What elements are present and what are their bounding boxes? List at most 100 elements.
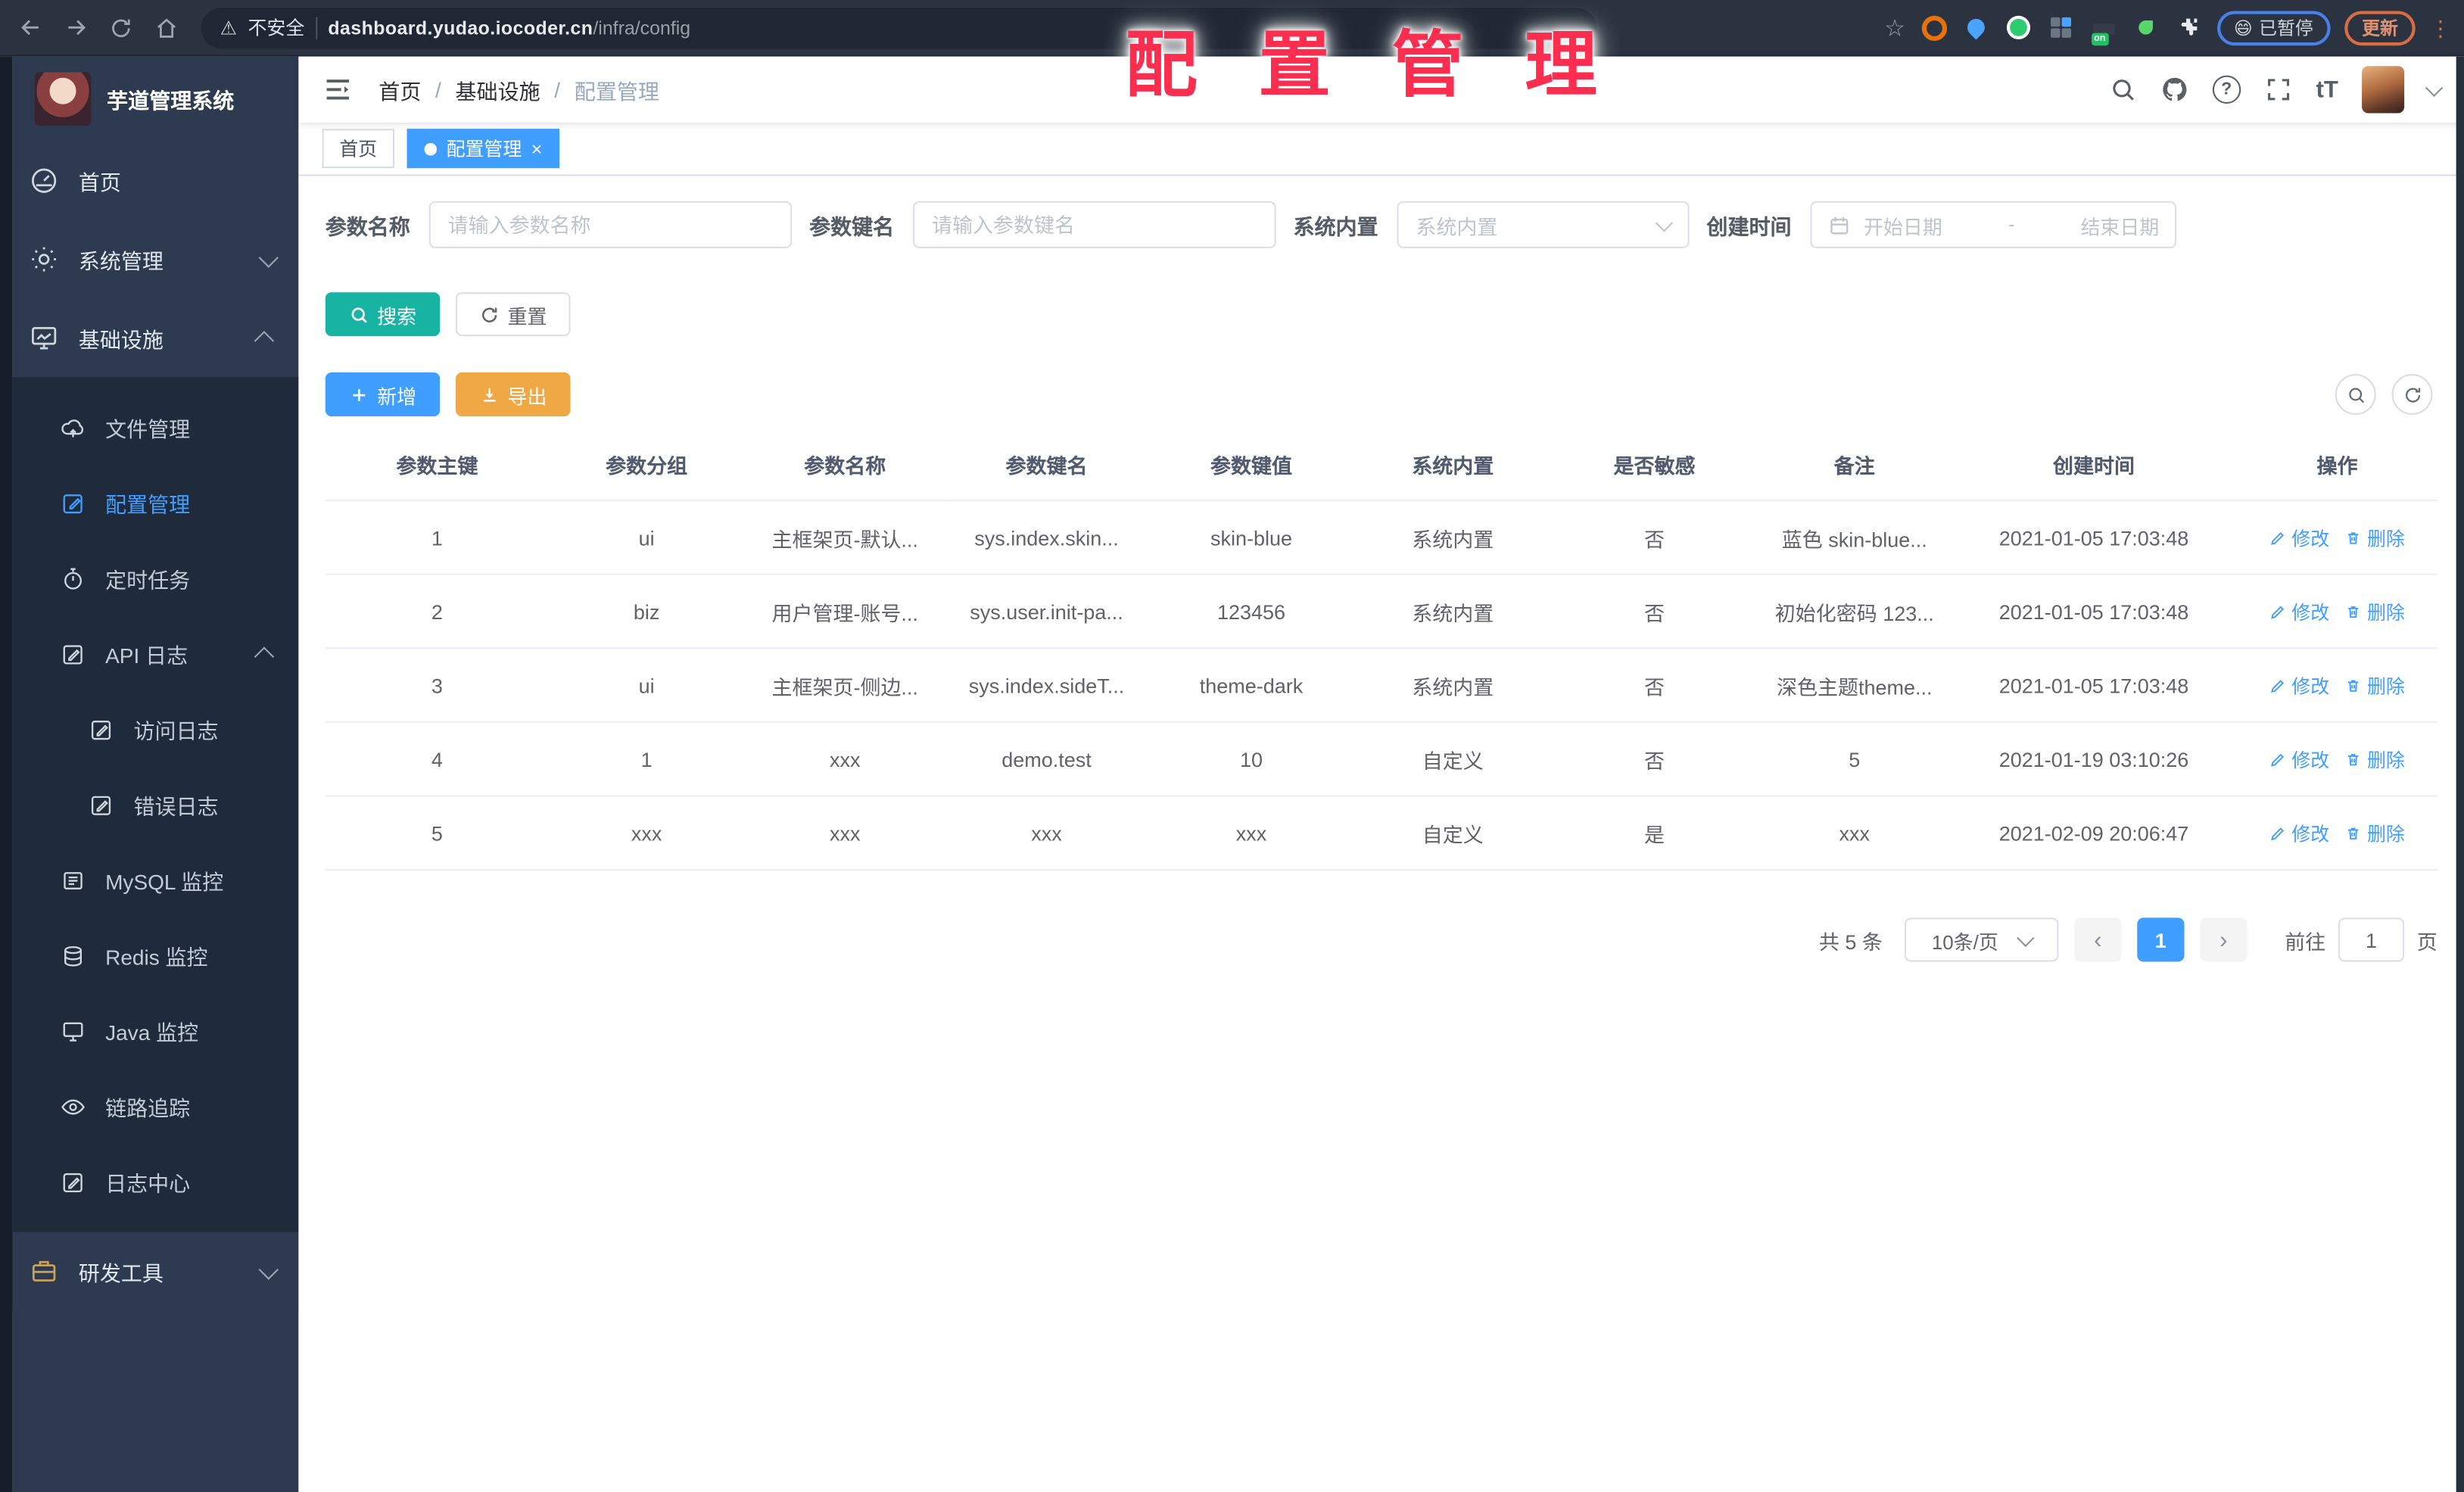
search-icon[interactable] <box>2109 76 2137 104</box>
avatar-caret-icon[interactable] <box>2425 78 2444 96</box>
delete-link[interactable]: 删除 <box>2345 671 2405 698</box>
table-cell-actions: 修改 删除 <box>2237 574 2438 649</box>
forward-icon[interactable] <box>58 10 93 45</box>
delete-link[interactable]: 删除 <box>2345 598 2405 625</box>
table-cell: xxx <box>1758 796 1951 871</box>
paused-button[interactable]: 😄 已暂停 <box>2216 10 2331 45</box>
breadcrumb-infra[interactable]: 基础设施 <box>456 74 540 106</box>
config-table: 参数主键 参数分组 参数名称 参数键名 参数键值 系统内置 是否敏感 备注 创建… <box>325 437 2438 871</box>
delete-link[interactable]: 删除 <box>2345 820 2405 846</box>
hamburger-icon[interactable] <box>322 74 354 106</box>
sidebar-item-mysql[interactable]: MySQL 监控 <box>13 843 299 918</box>
edit-link[interactable]: 修改 <box>2269 746 2329 772</box>
table-cell: 2021-01-19 03:10:26 <box>1950 721 2238 797</box>
sidebar-item-infra[interactable]: 基础设施 <box>13 298 299 377</box>
sidebar-logo[interactable]: 芋道管理系统 <box>13 57 299 142</box>
extensions-puzzle-icon[interactable] <box>2174 14 2202 42</box>
font-size-icon[interactable]: tT <box>2316 76 2338 103</box>
sidebar-item-label: 日志中心 <box>105 1172 191 1196</box>
param-name-input[interactable] <box>428 201 793 248</box>
sidebar-item-access-log[interactable]: 访问日志 <box>13 691 299 767</box>
next-page-button[interactable]: › <box>2200 917 2248 962</box>
edit-link[interactable]: 修改 <box>2269 820 2329 846</box>
extension-sprout-icon[interactable] <box>2132 14 2160 42</box>
search-actions: 搜索 重置 <box>325 292 2438 337</box>
paused-emoji: 😄 <box>2233 19 2253 39</box>
update-label: 更新 <box>2362 19 2398 39</box>
help-icon[interactable]: ? <box>2212 75 2241 104</box>
page-size-value: 10条/页 <box>1931 930 1998 954</box>
sidebar-item-file[interactable]: 文件管理 <box>13 390 299 466</box>
sidebar-item-home[interactable]: 首页 <box>13 142 299 220</box>
extension-grid-icon[interactable] <box>2047 14 2075 42</box>
tab-config[interactable]: 配置管理 × <box>407 129 560 169</box>
fullscreen-icon[interactable] <box>2264 76 2292 104</box>
delete-link[interactable]: 删除 <box>2345 746 2405 772</box>
table-cell: 2021-01-05 17:03:48 <box>1950 500 2238 575</box>
cloud-upload-icon <box>61 419 84 437</box>
sidebar-item-java[interactable]: Java 监控 <box>13 993 299 1069</box>
sidebar-item-devtools[interactable]: 研发工具 <box>13 1232 299 1311</box>
table-header-row: 参数主键 参数分组 参数名称 参数键名 参数键值 系统内置 是否敏感 备注 创建… <box>325 437 2438 502</box>
tab-home[interactable]: 首页 <box>322 129 395 169</box>
table-cell: 123456 <box>1147 574 1356 649</box>
browser-menu-icon[interactable]: ⋮ <box>2429 17 2451 39</box>
extension-orange-icon[interactable] <box>1920 14 1948 42</box>
goto-page-input[interactable] <box>2338 917 2405 962</box>
table-cell: 5 <box>325 796 550 871</box>
table-cell-actions: 修改 删除 <box>2237 796 2438 871</box>
sidebar-item-label: 链路追踪 <box>105 1096 191 1121</box>
back-icon[interactable] <box>13 10 48 45</box>
edit-link[interactable]: 修改 <box>2269 598 2329 625</box>
current-page-button[interactable]: 1 <box>2137 917 2185 962</box>
toggle-search-button[interactable] <box>2335 374 2376 416</box>
table-cell: 否 <box>1550 574 1758 649</box>
extension-proxy-icon[interactable]: on <box>2089 14 2117 45</box>
sidebar-item-error-log[interactable]: 错误日志 <box>13 767 299 843</box>
edit-link[interactable]: 修改 <box>2269 524 2329 550</box>
chevron-down-icon <box>258 1259 279 1279</box>
sidebar-item-redis[interactable]: Redis 监控 <box>13 917 299 993</box>
search-button[interactable]: 搜索 <box>325 292 441 337</box>
sidebar-item-config[interactable]: 配置管理 <box>13 465 299 540</box>
page-scrollbar[interactable] <box>2456 56 2464 1492</box>
close-icon[interactable]: × <box>531 139 543 158</box>
sidebar-submenu: 文件管理 配置管理 定时任务 API 日志 访问日志 错误日志 MySQL 监控… <box>12 377 299 1232</box>
sidebar-item-trace[interactable]: 链路追踪 <box>13 1069 299 1145</box>
sidebar-item-log-center[interactable]: 日志中心 <box>13 1144 299 1219</box>
param-key-input[interactable] <box>913 201 1276 248</box>
page-size-select[interactable]: 10条/页 <box>1904 917 2059 962</box>
prev-page-button[interactable]: ‹ <box>2074 917 2122 962</box>
bookmark-icon[interactable]: ☆ <box>1884 14 1905 42</box>
filter-label: 参数名称 <box>325 215 410 239</box>
sidebar-item-label: Redis 监控 <box>105 945 208 970</box>
sidebar-item-label: 配置管理 <box>105 493 191 517</box>
table-row: 3 ui 主框架页-侧边... sys.index.sideT... theme-dar… <box>325 648 2438 723</box>
sidebar-item-api-log[interactable]: API 日志 <box>13 616 299 692</box>
sidebar-item-job[interactable]: 定时任务 <box>13 540 299 616</box>
pagination-total: 共 5 条 <box>1818 929 1883 954</box>
edit-link[interactable]: 修改 <box>2269 671 2329 698</box>
extension-green-icon[interactable] <box>2005 14 2033 42</box>
update-button[interactable]: 更新 <box>2344 10 2416 45</box>
system-builtin-select[interactable]: 系统内置 <box>1397 201 1690 248</box>
table-cell: sys.user.init-pa... <box>945 574 1148 649</box>
extension-pin-icon[interactable] <box>1962 14 1990 42</box>
sidebar-item-label: 访问日志 <box>133 719 219 743</box>
breadcrumb-home[interactable]: 首页 <box>378 74 421 106</box>
date-range-picker[interactable]: 开始日期 - 结束日期 <box>1810 201 2177 248</box>
home-icon[interactable] <box>149 10 184 45</box>
delete-link[interactable]: 删除 <box>2345 524 2405 550</box>
github-icon[interactable] <box>2160 76 2188 104</box>
add-button[interactable]: 新增 <box>325 372 441 417</box>
table-cell: 自定义 <box>1355 721 1551 797</box>
refresh-button[interactable] <box>2391 374 2433 416</box>
sidebar-item-label: 定时任务 <box>105 568 191 593</box>
reset-button[interactable]: 重置 <box>456 292 571 337</box>
active-tab-dot <box>424 142 438 155</box>
table-cell: 深色主题theme... <box>1758 648 1951 723</box>
sidebar-item-system[interactable]: 系统管理 <box>13 220 299 299</box>
export-button[interactable]: 导出 <box>456 372 571 417</box>
avatar[interactable] <box>2362 66 2405 114</box>
reload-icon[interactable] <box>104 10 139 45</box>
